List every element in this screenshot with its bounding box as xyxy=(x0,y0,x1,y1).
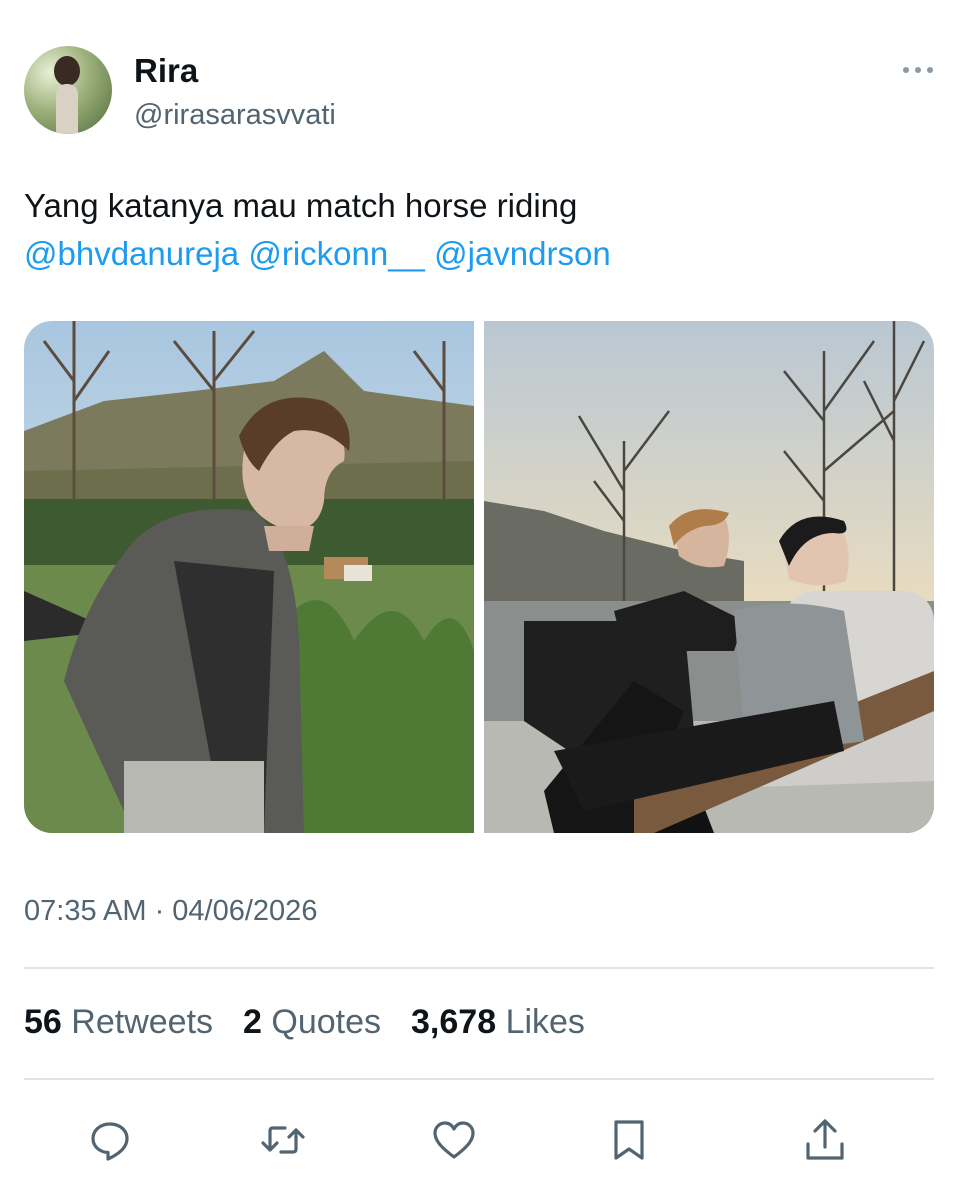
tweet-text-line: Yang katanya mau match horse riding xyxy=(24,187,578,224)
tweet-timestamp[interactable]: 07:35 AM · 04/06/2026 xyxy=(24,895,317,928)
likes-label: Likes xyxy=(505,1003,585,1041)
media-photo-1[interactable] xyxy=(24,321,474,833)
mention-link[interactable]: @javndrson xyxy=(434,235,611,272)
retweet-button[interactable] xyxy=(255,1112,311,1168)
heart-icon xyxy=(433,1121,475,1159)
more-options-button[interactable] xyxy=(900,58,936,82)
bookmark-icon xyxy=(614,1120,644,1160)
avatar-figure-body xyxy=(56,84,78,134)
avatar-figure-head xyxy=(54,56,80,86)
reply-button[interactable] xyxy=(82,1112,138,1168)
action-bar xyxy=(0,1112,957,1172)
tweet-mentions-line: @bhvdanureja @rickonn__ @javndrson xyxy=(24,230,924,278)
likes-count: 3,678 xyxy=(411,1003,497,1041)
more-dots-icon xyxy=(903,67,933,73)
divider xyxy=(24,1078,934,1080)
retweets-label: Retweets xyxy=(71,1003,214,1041)
photo-patio-sunset xyxy=(484,321,934,833)
author-display-name[interactable]: Rira xyxy=(134,52,198,90)
share-icon xyxy=(806,1119,844,1160)
likes-stat[interactable]: 3,678 Likes xyxy=(411,1003,585,1042)
reply-bubble-icon xyxy=(91,1122,129,1161)
photo-garden-portrait xyxy=(24,321,474,833)
quotes-label: Quotes xyxy=(271,1003,382,1041)
share-button[interactable] xyxy=(797,1112,853,1168)
quotes-stat[interactable]: 2 Quotes xyxy=(243,1003,381,1042)
bookmark-button[interactable] xyxy=(601,1112,657,1168)
media-photo-2[interactable] xyxy=(484,321,934,833)
like-button[interactable] xyxy=(426,1112,482,1168)
tweet-media xyxy=(24,321,934,833)
author-handle[interactable]: @rirasarasvvati xyxy=(134,99,336,132)
retweets-stat[interactable]: 56 Retweets xyxy=(24,1003,213,1042)
avatar[interactable] xyxy=(24,46,112,134)
divider xyxy=(24,967,934,969)
retweets-count: 56 xyxy=(24,1003,62,1041)
mention-link[interactable]: @bhvdanureja xyxy=(24,235,239,272)
quotes-count: 2 xyxy=(243,1003,262,1041)
retweet-icon xyxy=(261,1126,305,1154)
mention-link[interactable]: @rickonn__ xyxy=(248,235,425,272)
tweet-text: Yang katanya mau match horse riding @bhv… xyxy=(24,182,924,278)
tweet-stats: 56 Retweets 2 Quotes 3,678 Likes xyxy=(24,1003,585,1042)
